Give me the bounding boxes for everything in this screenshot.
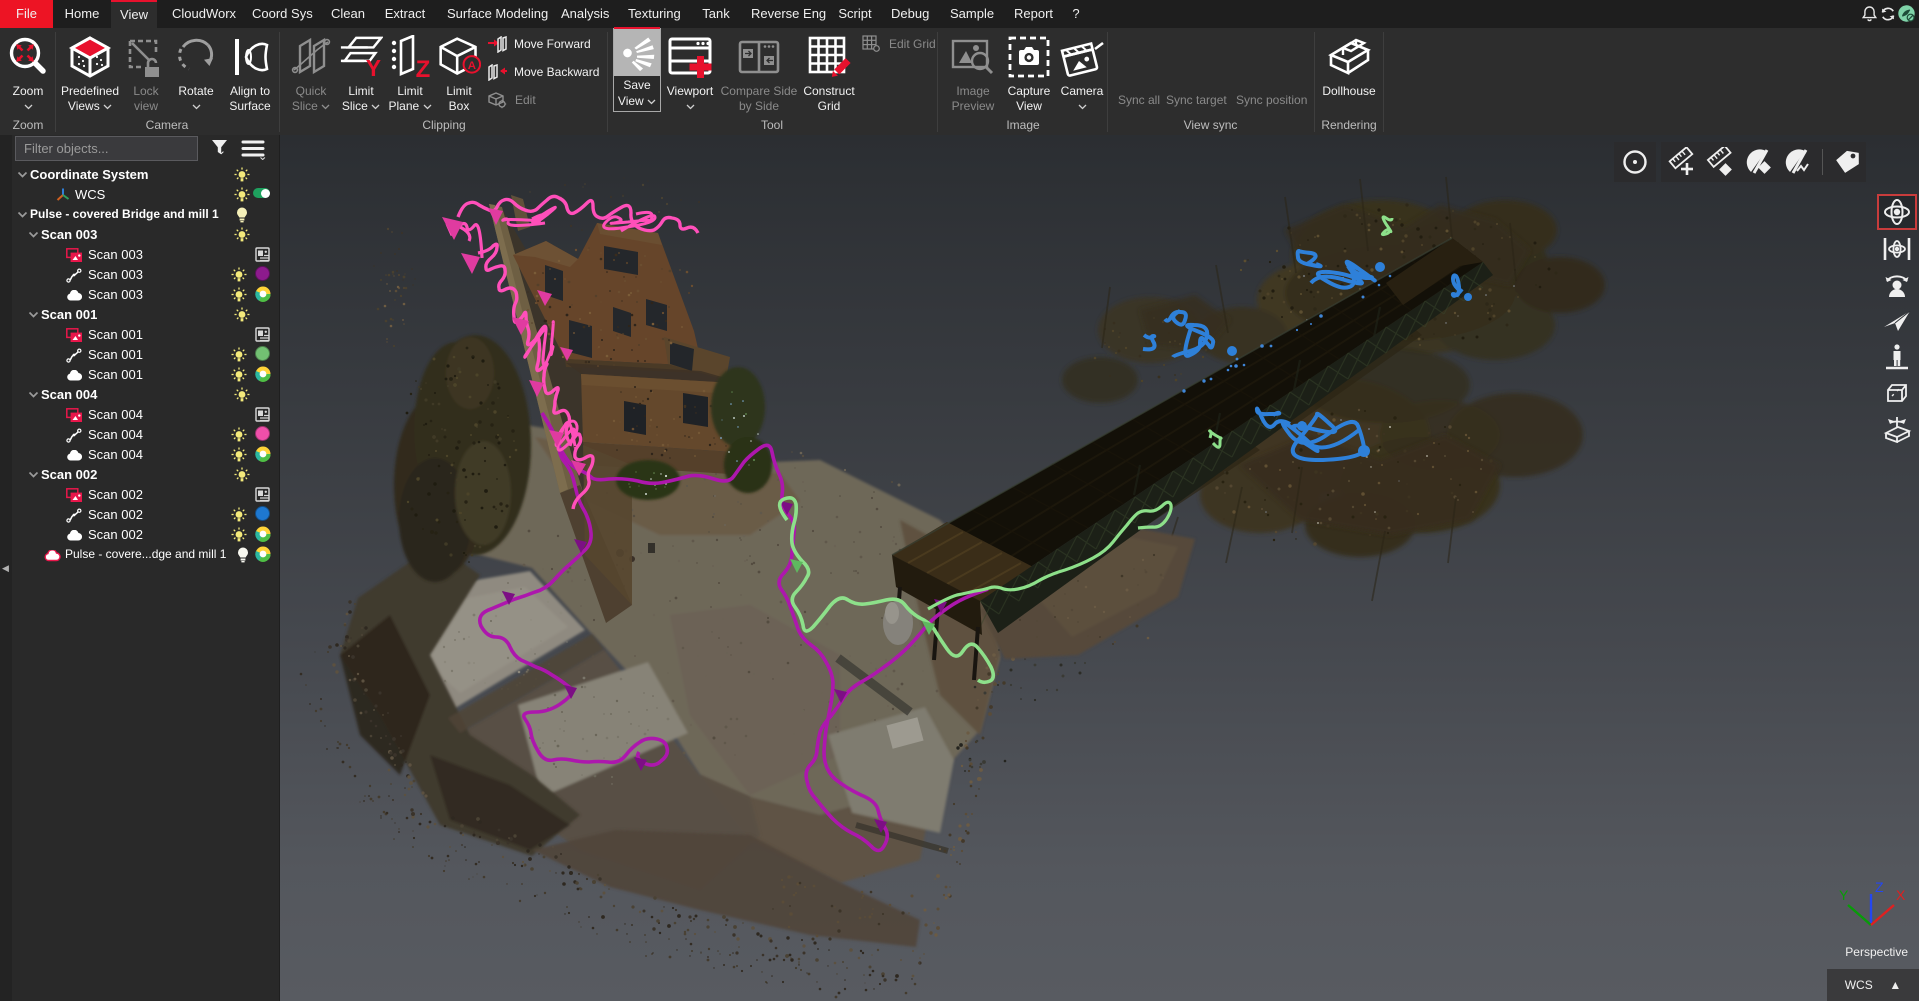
- svg-text:Y: Y: [1839, 887, 1849, 903]
- svg-text:Z: Z: [1875, 880, 1884, 895]
- svg-text:X: X: [1896, 887, 1905, 903]
- svg-text:Y: Y: [366, 55, 381, 79]
- svg-text:Z: Z: [416, 56, 431, 79]
- svg-text:A: A: [468, 60, 476, 72]
